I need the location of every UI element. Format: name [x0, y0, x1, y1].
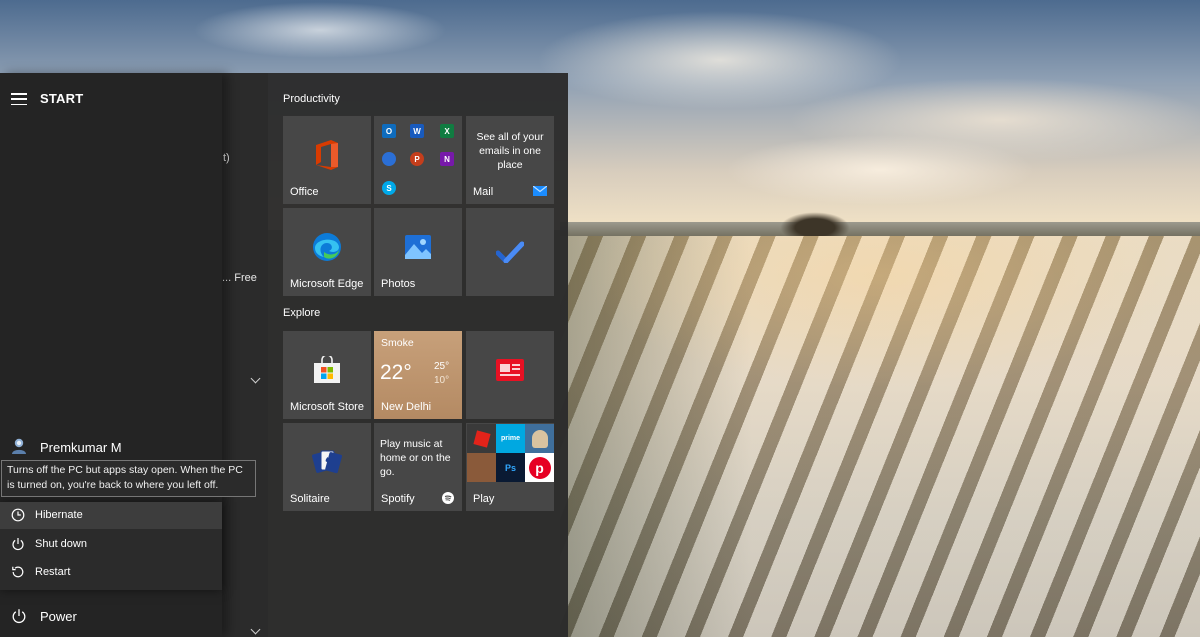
- tile-weather[interactable]: Smoke 22° 25° 10° New Delhi: [374, 331, 462, 419]
- app-list: t) ... Free: [222, 73, 268, 637]
- restart-button[interactable]: Restart: [0, 559, 222, 586]
- spotify-icon: [442, 492, 454, 504]
- prime-video-icon: prime: [496, 424, 525, 453]
- weather-temperature: 22°: [380, 361, 412, 384]
- hibernate-button[interactable]: Hibernate: [0, 502, 222, 529]
- store-icon: [314, 355, 340, 383]
- photoshop-express-icon: Ps: [496, 453, 525, 482]
- restart-icon: [12, 566, 24, 578]
- spotify-promo-text: Play music at home or on the go.: [380, 438, 451, 478]
- tile-label: Photos: [381, 278, 416, 290]
- game-icon: [467, 453, 496, 482]
- weather-high: 25°: [434, 361, 450, 372]
- user-name: Premkumar M: [40, 440, 122, 455]
- user-account-button[interactable]: Premkumar M: [0, 434, 222, 460]
- chevron-down-icon[interactable]: [250, 373, 261, 384]
- tile-label: Microsoft Store: [290, 401, 364, 413]
- chevron-down-icon[interactable]: [250, 624, 261, 635]
- tile-label: Solitaire: [290, 493, 330, 505]
- excel-icon: X: [440, 124, 454, 138]
- play-apps-grid: prime Ps p: [467, 424, 554, 484]
- hibernate-tooltip: Turns off the PC but apps stay open. Whe…: [1, 460, 256, 497]
- onenote-icon: N: [440, 152, 454, 166]
- tile-label: Play: [473, 493, 495, 505]
- wallpaper-shade: [560, 236, 1200, 637]
- clock-icon: [11, 508, 25, 522]
- tile-solitaire[interactable]: Solitaire: [283, 423, 371, 511]
- checkmark-icon: [496, 241, 524, 263]
- power-label: Power: [40, 609, 77, 624]
- onedrive-icon: [382, 152, 396, 166]
- tile-todo[interactable]: [466, 208, 554, 296]
- game-character-icon: [525, 424, 554, 453]
- user-avatar-icon: [12, 438, 26, 454]
- start-nav-pane: START Premkumar M Turns off the PC but a…: [0, 73, 256, 637]
- outlook-icon: O: [382, 124, 396, 138]
- tile-label: Office: [290, 186, 319, 198]
- tile-label: Spotify: [381, 493, 415, 505]
- weather-city: New Delhi: [381, 401, 432, 413]
- hibernate-label: Hibernate: [35, 509, 83, 521]
- skype-icon: S: [382, 181, 396, 195]
- wallpaper-trees: [780, 212, 850, 238]
- restart-label: Restart: [35, 566, 71, 578]
- mail-promo-text: See all of your emails in one place: [476, 131, 544, 171]
- tile-office-apps[interactable]: O W X P N S: [374, 116, 462, 204]
- tile-photos[interactable]: Photos: [374, 208, 462, 296]
- hamburger-menu-icon[interactable]: [11, 93, 27, 105]
- pinterest-icon: p: [525, 453, 554, 482]
- power-button[interactable]: Power: [0, 603, 222, 629]
- shut-down-button[interactable]: Shut down: [0, 531, 222, 558]
- edge-icon: [313, 232, 341, 261]
- roblox-icon: [467, 424, 496, 453]
- office-apps-grid: O W X P N S: [380, 123, 458, 201]
- news-icon: [496, 358, 524, 381]
- tile-label: Microsoft Edge: [290, 278, 364, 290]
- group-title-productivity[interactable]: Productivity: [283, 93, 340, 105]
- tile-office[interactable]: Office: [283, 116, 371, 204]
- tile-label: Mail: [473, 186, 494, 198]
- tile-news[interactable]: [466, 331, 554, 419]
- tile-play[interactable]: prime Ps p Play: [466, 423, 554, 511]
- power-icon: [12, 538, 24, 551]
- app-list-item-partial[interactable]: ... Free: [222, 272, 257, 284]
- office-icon: [316, 139, 338, 170]
- tile-microsoft-edge[interactable]: Microsoft Edge: [283, 208, 371, 296]
- powerpoint-icon: P: [410, 152, 424, 166]
- power-icon: [12, 609, 26, 624]
- photos-icon: [405, 234, 431, 259]
- word-icon: W: [410, 124, 424, 138]
- shut-down-label: Shut down: [35, 538, 87, 550]
- start-menu: t) ... Free START Premkumar M Turns off …: [0, 73, 568, 637]
- weather-low: 10°: [434, 375, 450, 386]
- app-list-item-partial[interactable]: t): [223, 152, 230, 164]
- power-options-menu: Hibernate Shut down Restart: [0, 502, 222, 590]
- tile-microsoft-store[interactable]: Microsoft Store: [283, 331, 371, 419]
- weather-condition: Smoke: [381, 337, 414, 349]
- group-title-explore[interactable]: Explore: [283, 307, 320, 319]
- mail-icon: [533, 186, 547, 196]
- start-title: START: [40, 91, 84, 106]
- cards-icon: [312, 450, 342, 473]
- tile-mail[interactable]: See all of your emails in one place Mail: [466, 116, 554, 204]
- tile-spotify[interactable]: Play music at home or on the go. Spotify: [374, 423, 462, 511]
